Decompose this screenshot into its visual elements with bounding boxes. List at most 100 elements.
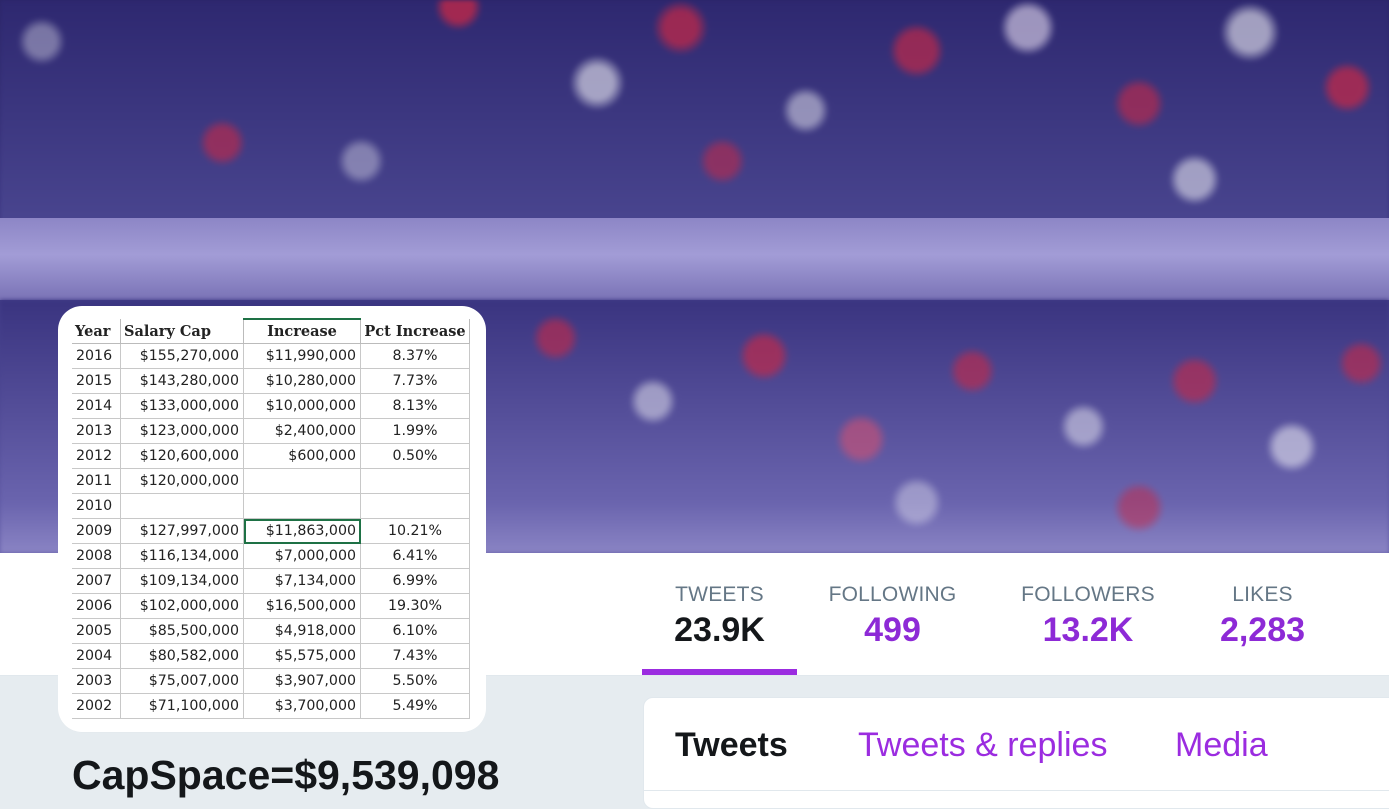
table-row: 2014 $133,000,000 $10,000,000 8.13%	[72, 393, 470, 419]
table-cell: 1.99%	[360, 418, 470, 444]
table-cell: $10,280,000	[243, 368, 361, 394]
nav-stat-value: 2,283	[1219, 611, 1306, 649]
salary-cap-table: Year Salary Cap Increase Pct Increase 20…	[72, 318, 470, 719]
table-cell: $2,400,000	[243, 418, 361, 444]
table-row: 2008 $116,134,000 $7,000,000 6.41%	[72, 543, 470, 569]
table-cell: 6.41%	[360, 543, 470, 569]
table-cell: 6.99%	[360, 568, 470, 594]
table-row: 2016 $155,270,000 $11,990,000 8.37%	[72, 343, 470, 369]
table-cell	[360, 493, 470, 519]
table-cell: $120,000,000	[120, 468, 244, 494]
table-cell: $7,134,000	[243, 568, 361, 594]
table-cell: 5.50%	[360, 668, 470, 694]
table-cell: 2011	[72, 468, 121, 494]
table-cell: 2009	[72, 518, 121, 544]
nav-stat-followers[interactable]: FOLLOWERS 13.2K	[1008, 553, 1168, 675]
tab-tweets-and-replies[interactable]: Tweets & replies	[858, 726, 1107, 765]
nav-stat-following[interactable]: FOLLOWING 499	[815, 553, 970, 675]
table-row: 2012 $120,600,000 $600,000 0.50%	[72, 443, 470, 469]
table-cell: $7,000,000	[243, 543, 361, 569]
column-header: Salary Cap	[120, 319, 244, 344]
table-cell: 7.43%	[360, 643, 470, 669]
nav-stat-label: FOLLOWING	[828, 583, 957, 606]
table-row: 2006 $102,000,000 $16,500,000 19.30%	[72, 593, 470, 619]
nav-stat-label: LIKES	[1232, 583, 1293, 606]
table-cell: 2016	[72, 343, 121, 369]
table-header-row: Year Salary Cap Increase Pct Increase	[72, 318, 470, 344]
table-cell: $116,134,000	[120, 543, 244, 569]
table-cell: $123,000,000	[120, 418, 244, 444]
active-tab-indicator	[642, 669, 797, 675]
table-cell: 6.10%	[360, 618, 470, 644]
table-cell: $75,007,000	[120, 668, 244, 694]
table-cell: 2006	[72, 593, 121, 619]
profile-avatar[interactable]: Year Salary Cap Increase Pct Increase 20…	[62, 310, 482, 728]
table-cell: 8.13%	[360, 393, 470, 419]
table-cell	[360, 468, 470, 494]
tabs-divider	[644, 790, 1389, 791]
nav-stat-value: 499	[864, 611, 921, 649]
timeline-tabs: Tweets Tweets & replies Media	[643, 697, 1389, 809]
table-cell	[120, 493, 244, 519]
table-cell: $143,280,000	[120, 368, 244, 394]
table-cell: $4,918,000	[243, 618, 361, 644]
table-row: 2004 $80,582,000 $5,575,000 7.43%	[72, 643, 470, 669]
table-cell	[243, 493, 361, 519]
table-cell: 2012	[72, 443, 121, 469]
table-cell: $11,863,000	[243, 518, 361, 544]
table-cell: $3,700,000	[243, 693, 361, 719]
table-row: 2005 $85,500,000 $4,918,000 6.10%	[72, 618, 470, 644]
table-cell: 2007	[72, 568, 121, 594]
nav-stat-label: FOLLOWERS	[1021, 583, 1155, 606]
table-cell: 2003	[72, 668, 121, 694]
table-cell: $16,500,000	[243, 593, 361, 619]
table-cell: 7.73%	[360, 368, 470, 394]
table-cell: 2013	[72, 418, 121, 444]
table-cell: $11,990,000	[243, 343, 361, 369]
table-cell: 2008	[72, 543, 121, 569]
column-header: Pct Increase	[360, 319, 470, 344]
nav-stat-likes[interactable]: LIKES 2,283	[1195, 553, 1330, 675]
table-cell: 2005	[72, 618, 121, 644]
table-cell: $133,000,000	[120, 393, 244, 419]
table-cell: $5,575,000	[243, 643, 361, 669]
table-cell: 2002	[72, 693, 121, 719]
nav-stat-label: TWEETS	[675, 583, 764, 606]
table-cell: $102,000,000	[120, 593, 244, 619]
table-cell: $85,500,000	[120, 618, 244, 644]
table-cell: $600,000	[243, 443, 361, 469]
table-cell: 2004	[72, 643, 121, 669]
table-row: 2009 $127,997,000 $11,863,000 10.21%	[72, 518, 470, 544]
table-row: 2007 $109,134,000 $7,134,000 6.99%	[72, 568, 470, 594]
table-row: 2015 $143,280,000 $10,280,000 7.73%	[72, 368, 470, 394]
column-header: Year	[72, 319, 121, 344]
table-cell: $3,907,000	[243, 668, 361, 694]
table-cell: 2010	[72, 493, 121, 519]
table-cell: 8.37%	[360, 343, 470, 369]
table-cell: $80,582,000	[120, 643, 244, 669]
table-cell: $127,997,000	[120, 518, 244, 544]
table-cell	[243, 468, 361, 494]
tab-tweets[interactable]: Tweets	[675, 726, 788, 765]
table-row: 2010	[72, 493, 470, 519]
table-cell: 10.21%	[360, 518, 470, 544]
table-row: 2002 $71,100,000 $3,700,000 5.49%	[72, 693, 470, 719]
column-header: Increase	[243, 318, 361, 344]
table-cell: $71,100,000	[120, 693, 244, 719]
table-cell: 2014	[72, 393, 121, 419]
table-cell: 2015	[72, 368, 121, 394]
table-cell: $155,270,000	[120, 343, 244, 369]
table-cell: 19.30%	[360, 593, 470, 619]
nav-stat-tweets[interactable]: TWEETS 23.9K	[642, 553, 797, 675]
tab-media[interactable]: Media	[1175, 726, 1268, 765]
table-cell: $120,600,000	[120, 443, 244, 469]
nav-stat-value: 13.2K	[1042, 611, 1134, 649]
table-cell: 0.50%	[360, 443, 470, 469]
table-row: 2011 $120,000,000	[72, 468, 470, 494]
table-cell: 5.49%	[360, 693, 470, 719]
banner-stadium-ledge	[0, 218, 1389, 300]
table-cell: $10,000,000	[243, 393, 361, 419]
table-row: 2003 $75,007,000 $3,907,000 5.50%	[72, 668, 470, 694]
profile-name: CapSpace=$9,539,098	[72, 752, 500, 798]
table-row: 2013 $123,000,000 $2,400,000 1.99%	[72, 418, 470, 444]
